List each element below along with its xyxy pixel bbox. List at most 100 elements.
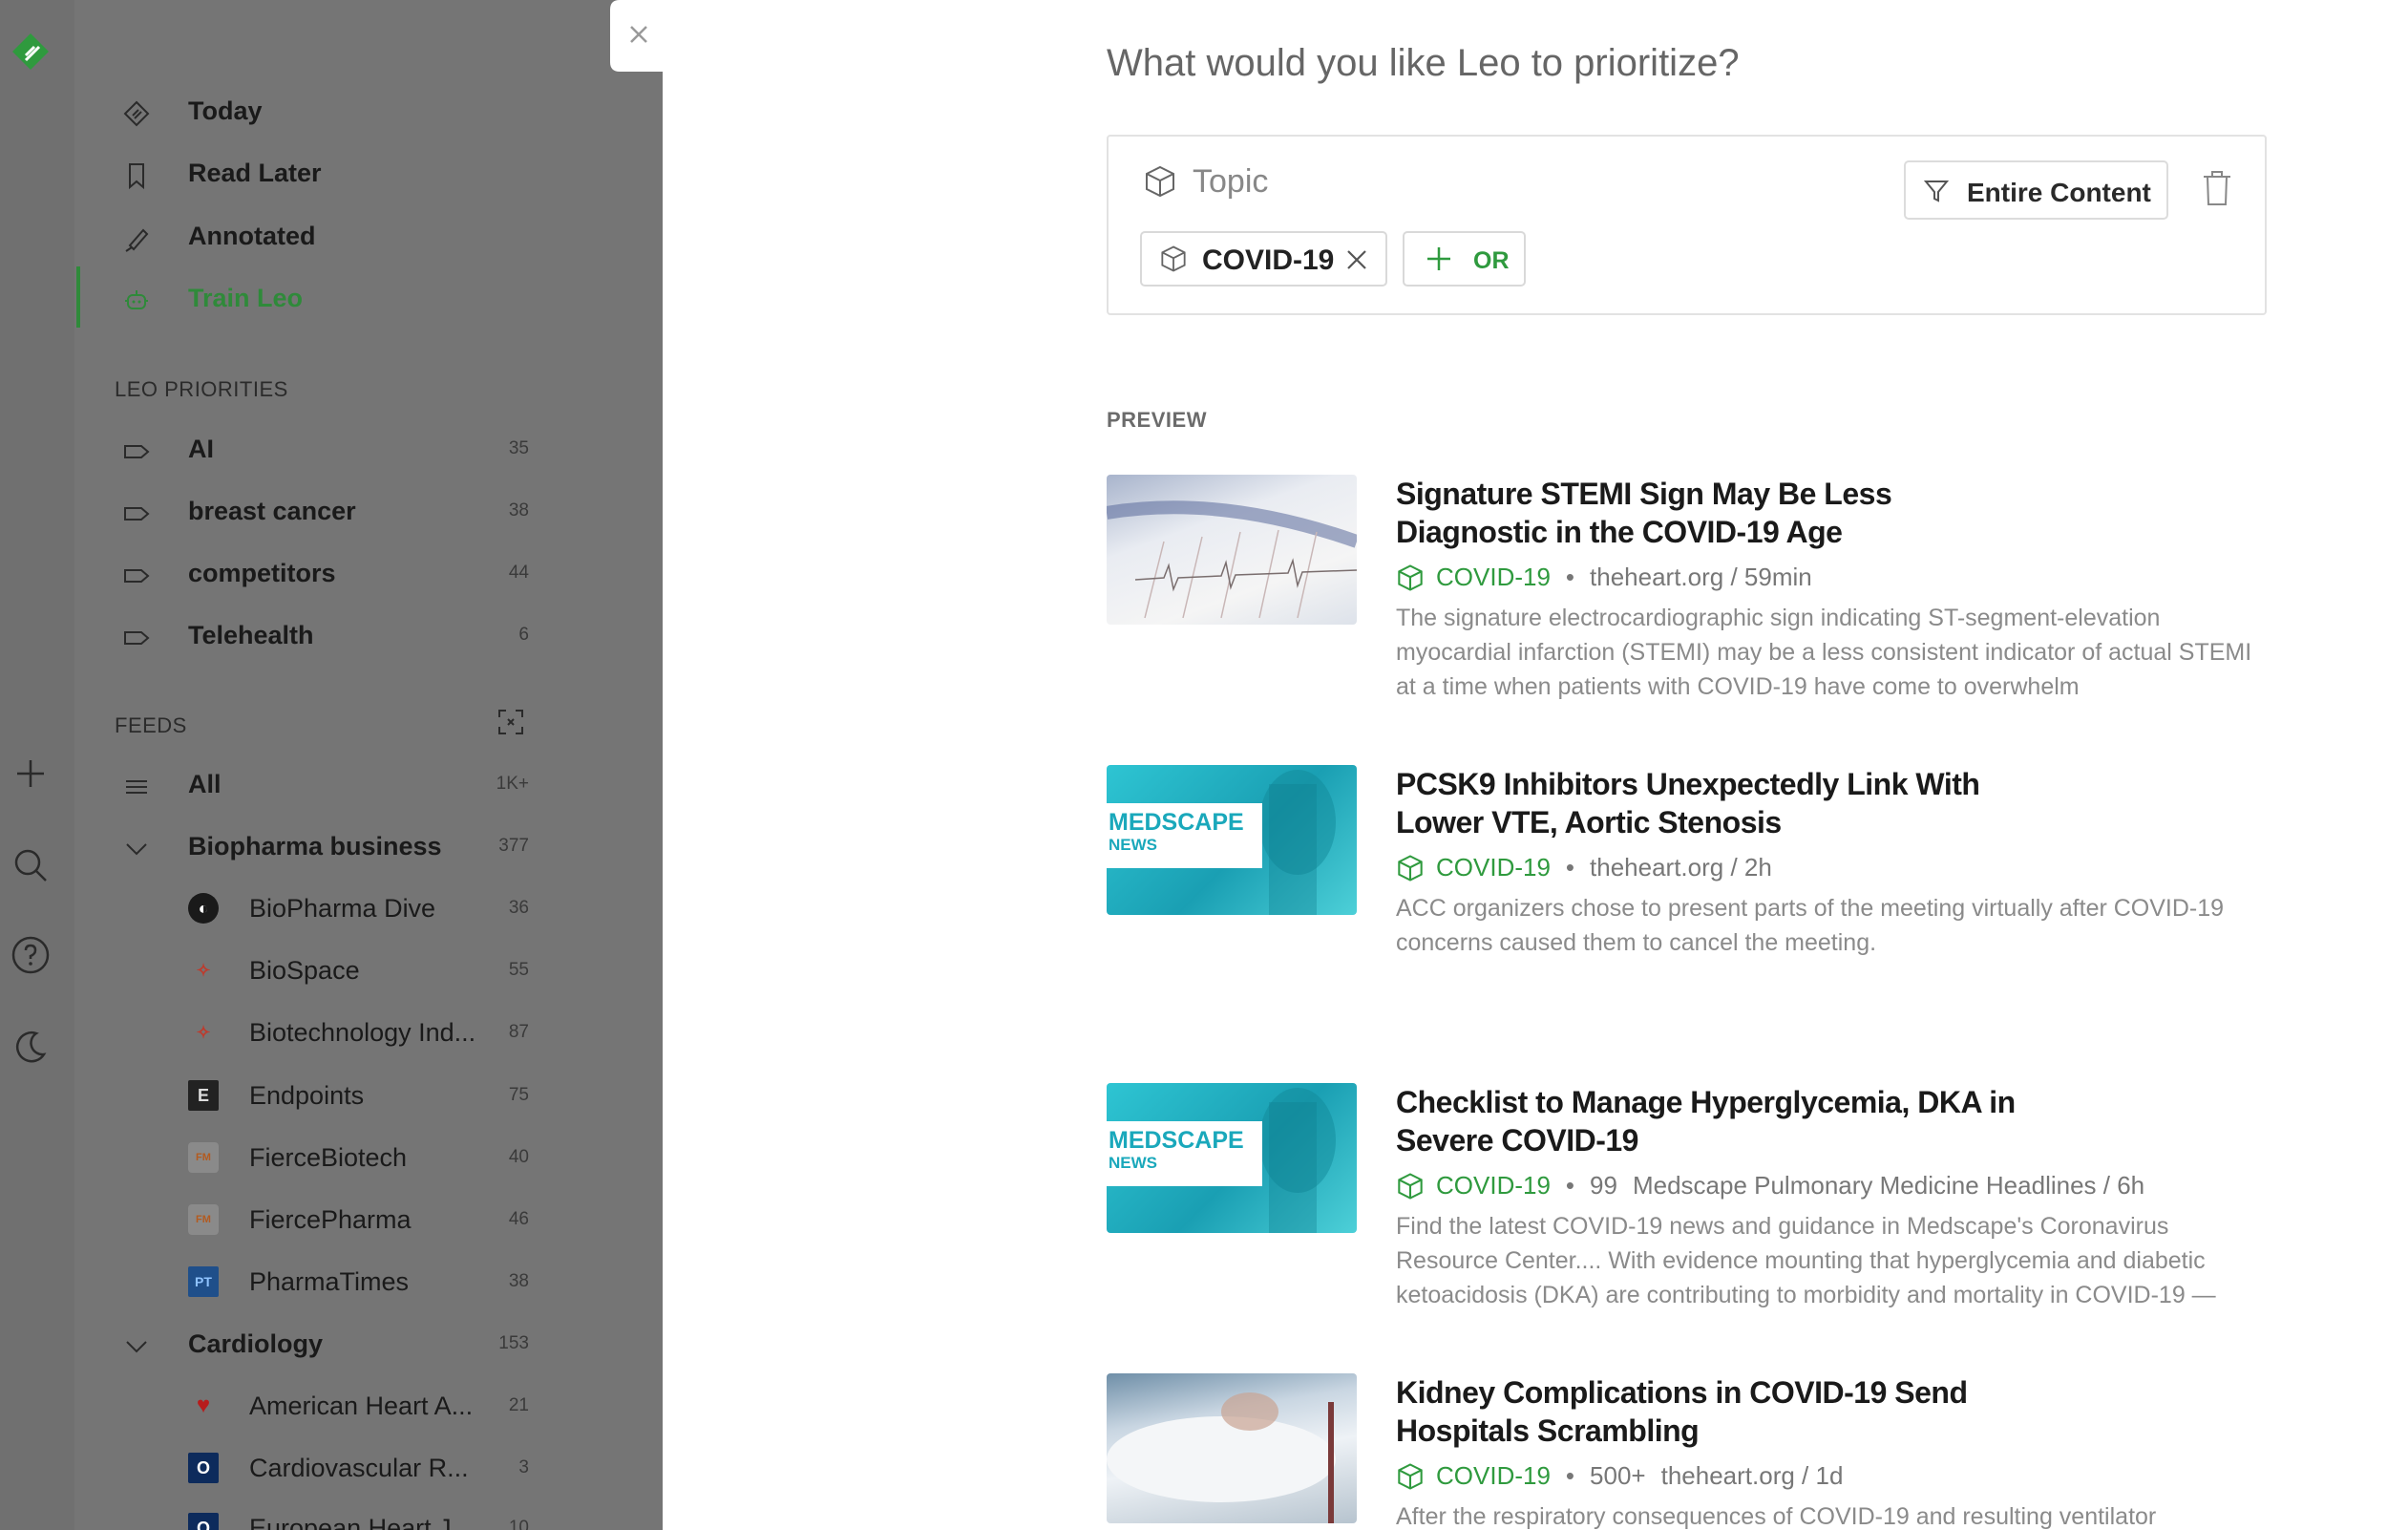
- unread-count: 3: [518, 1457, 529, 1477]
- feed-item[interactable]: O Cardiovascular R... 3: [74, 1439, 596, 1497]
- topic-cube-icon: [1398, 563, 1423, 591]
- article-thumbnail[interactable]: [1107, 475, 1357, 625]
- nav-label: Annotated: [188, 221, 316, 250]
- or-label: OR: [1473, 247, 1510, 274]
- feed-label: BioPharma Dive: [249, 893, 436, 923]
- feed-all-label: All: [188, 769, 222, 798]
- list-icon: [126, 780, 147, 794]
- article-source: theheart.org / 2h: [1590, 853, 1772, 882]
- remove-chip-icon[interactable]: [1345, 248, 1368, 271]
- help-icon[interactable]: [0, 926, 61, 984]
- entire-content-button[interactable]: Entire Content: [1904, 160, 2168, 220]
- trash-icon[interactable]: [2200, 169, 2234, 207]
- medscape-badge: MEDSCAPE NEWS: [1107, 803, 1262, 868]
- unread-count: 35: [508, 438, 529, 458]
- topic-tag[interactable]: COVID-19: [1436, 1461, 1551, 1491]
- priority-item[interactable]: AI 35: [74, 420, 596, 478]
- article-excerpt: After the respiratory consequences of CO…: [1396, 1503, 2157, 1530]
- nav-today[interactable]: Today: [74, 82, 596, 139]
- priority-item[interactable]: Telehealth 6: [74, 606, 596, 664]
- article-card[interactable]: MEDSCAPE NEWS PCSK9 Inhibitors Unexpected…: [1107, 765, 2271, 956]
- feed-all[interactable]: All 1K+: [74, 755, 596, 813]
- topic-tag[interactable]: COVID-19: [1436, 853, 1551, 882]
- feed-label: American Heart A...: [249, 1391, 474, 1420]
- article-title[interactable]: Kidney Complications in COVID-19 Send Hos…: [1396, 1373, 2122, 1450]
- add-content-icon[interactable]: [0, 745, 61, 802]
- topic-cube-icon: [1398, 854, 1423, 882]
- topic-cube-icon: [1398, 1462, 1423, 1490]
- article-thumbnail[interactable]: [1107, 1373, 1357, 1523]
- article-thumbnail[interactable]: MEDSCAPE NEWS: [1107, 765, 1357, 915]
- bookmark-icon: [129, 163, 144, 190]
- collapse-all-icon[interactable]: [496, 708, 525, 736]
- feed-label: BioSpace: [249, 955, 360, 985]
- article-meta: COVID-19 • 500+ theheart.org / 1d: [1396, 1461, 1843, 1491]
- dark-mode-icon[interactable]: [0, 1018, 61, 1075]
- priority-item[interactable]: competitors 44: [74, 544, 596, 602]
- leo-priorities-header: LEO PRIORITIES: [115, 377, 288, 401]
- topic-chip-covid19[interactable]: COVID-19: [1140, 231, 1387, 287]
- feed-item[interactable]: E Endpoints 75: [74, 1067, 596, 1124]
- topic-tag[interactable]: COVID-19: [1436, 1171, 1551, 1201]
- priority-item[interactable]: breast cancer 38: [74, 482, 596, 540]
- add-or-button[interactable]: OR: [1403, 231, 1526, 287]
- article-title[interactable]: PCSK9 Inhibitors Unexpectedly Link With L…: [1396, 765, 2122, 841]
- nav-label: Today: [188, 96, 263, 125]
- article-title[interactable]: Checklist to Manage Hyperglycemia, DKA i…: [1396, 1083, 2122, 1159]
- topic-tag[interactable]: COVID-19: [1436, 563, 1551, 592]
- unread-count: 21: [508, 1395, 529, 1415]
- feed-item[interactable]: ✧ BioSpace 55: [74, 942, 596, 999]
- badge-text: MEDSCAPE: [1109, 809, 1244, 836]
- article-meta: COVID-19 • theheart.org / 2h: [1396, 853, 1772, 882]
- feed-group-biopharma[interactable]: Biopharma business 377: [74, 818, 596, 875]
- popularity-count: 99: [1590, 1171, 1617, 1200]
- feed-group-cardiology[interactable]: Cardiology 153: [74, 1315, 596, 1372]
- nav-read-later[interactable]: Read Later: [74, 144, 596, 202]
- feed-label: Biotechnology Ind...: [249, 1017, 476, 1047]
- topic-cube-icon: [1398, 1172, 1423, 1200]
- unread-count: 1K+: [496, 774, 529, 794]
- label-tag-icon: [124, 631, 150, 645]
- filter-icon: [1923, 181, 1950, 202]
- priority-label: competitors: [188, 558, 336, 587]
- unread-count: 40: [508, 1147, 529, 1167]
- article-title[interactable]: Signature STEMI Sign May Be Less Diagnost…: [1396, 475, 2122, 551]
- feed-item[interactable]: PT PharmaTimes 38: [74, 1253, 596, 1310]
- dimmed-backdrop[interactable]: [596, 0, 663, 1530]
- separator: •: [1565, 1461, 1575, 1490]
- feedly-logo-icon[interactable]: [0, 23, 61, 80]
- feed-item[interactable]: ♥ American Heart A... 21: [74, 1377, 596, 1434]
- fiercebiotech-icon: FM: [188, 1142, 219, 1173]
- feed-label: Endpoints: [249, 1080, 365, 1110]
- feed-label: Cardiovascular R...: [249, 1453, 469, 1482]
- article-card[interactable]: MEDSCAPE NEWS Checklist to Manage Hypergl…: [1107, 1083, 2271, 1312]
- close-tab[interactable]: [610, 0, 667, 72]
- search-icon[interactable]: [0, 837, 61, 894]
- feed-item[interactable]: ◐ BioPharma Dive 36: [74, 880, 596, 937]
- article-source: theheart.org / 59min: [1590, 563, 1812, 591]
- label-tag-icon: [124, 445, 150, 458]
- feed-item[interactable]: O European Heart J... 10: [74, 1499, 596, 1530]
- nav-label: Read Later: [188, 158, 322, 187]
- title-line: Signature STEMI Sign May Be Less: [1396, 477, 1892, 511]
- unread-count: 38: [508, 1271, 529, 1291]
- sidebar: Today Read Later Annotated Train Leo LEO…: [74, 0, 596, 1530]
- feed-item[interactable]: FM FierceBiotech 40: [74, 1129, 596, 1186]
- nav-annotated[interactable]: Annotated: [74, 207, 596, 265]
- article-card[interactable]: Kidney Complications in COVID-19 Send Hos…: [1107, 1373, 2271, 1530]
- feed-item[interactable]: FM FiercePharma 46: [74, 1191, 596, 1248]
- title-line: Lower VTE, Aortic Stenosis: [1396, 805, 1782, 839]
- unread-count: 75: [508, 1085, 529, 1105]
- article-card[interactable]: Signature STEMI Sign May Be Less Diagnost…: [1107, 475, 2271, 704]
- unread-count: 55: [508, 960, 529, 980]
- chevron-down-icon[interactable]: [122, 835, 151, 863]
- feed-item[interactable]: ✧ Biotechnology Ind... 87: [74, 1004, 596, 1061]
- unread-count: 377: [498, 836, 529, 856]
- popularity-count: 500+: [1590, 1461, 1646, 1490]
- topic-cube-icon: [1146, 165, 1174, 198]
- article-thumbnail[interactable]: MEDSCAPE NEWS: [1107, 1083, 1357, 1233]
- title-line: Kidney Complications in COVID-19 Send: [1396, 1375, 1968, 1410]
- nav-train-leo[interactable]: Train Leo: [74, 269, 596, 327]
- medscape-badge: MEDSCAPE NEWS: [1107, 1121, 1262, 1186]
- chevron-down-icon[interactable]: [122, 1332, 151, 1361]
